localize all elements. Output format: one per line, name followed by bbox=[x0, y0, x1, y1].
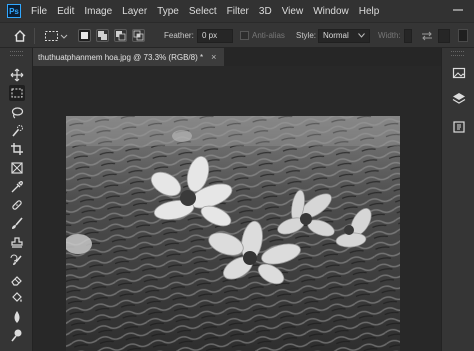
canvas-area[interactable] bbox=[33, 66, 441, 351]
history-panel-icon[interactable] bbox=[450, 118, 467, 135]
swap-width-height-icon[interactable] bbox=[421, 23, 433, 48]
width-label: Width: bbox=[378, 31, 401, 40]
eyedropper-tool-icon[interactable] bbox=[9, 179, 25, 195]
brush-tool-icon[interactable] bbox=[9, 216, 25, 232]
rectangular-marquee-tool-icon[interactable] bbox=[9, 85, 25, 101]
menu-layer[interactable]: Layer bbox=[122, 6, 147, 17]
history-brush-tool-icon[interactable] bbox=[9, 253, 25, 269]
feather-input[interactable]: 0 px bbox=[197, 28, 233, 43]
right-panel-dock bbox=[441, 48, 474, 351]
document-tab-title: thuthuatphanmem hoa.jpg @ 73.3% (RGB/8) … bbox=[38, 52, 204, 62]
style-select[interactable]: Normal bbox=[318, 28, 370, 43]
antialias-checkbox[interactable] bbox=[240, 31, 249, 40]
options-bar: Feather: 0 px Anti-alias Style: Normal W… bbox=[0, 22, 474, 48]
clone-stamp-tool-icon[interactable] bbox=[9, 235, 25, 251]
menu-filter[interactable]: Filter bbox=[227, 6, 249, 17]
dodge-tool-icon[interactable] bbox=[9, 327, 25, 343]
move-tool-icon[interactable] bbox=[9, 67, 25, 83]
document-tab[interactable]: thuthuatphanmem hoa.jpg @ 73.3% (RGB/8) … bbox=[33, 48, 225, 66]
layers-panel-icon[interactable] bbox=[450, 90, 467, 107]
tools-panel bbox=[0, 48, 33, 351]
minimize-icon[interactable] bbox=[452, 4, 464, 16]
tool-preset-picker[interactable] bbox=[44, 23, 68, 48]
subtract-from-selection-button[interactable] bbox=[114, 29, 127, 42]
chevron-down-icon bbox=[358, 33, 365, 38]
menu-window[interactable]: Window bbox=[313, 6, 349, 17]
menu-image[interactable]: Image bbox=[84, 6, 112, 17]
eraser-tool-icon[interactable] bbox=[9, 272, 25, 288]
document-tab-bar: thuthuatphanmem hoa.jpg @ 73.3% (RGB/8) … bbox=[33, 48, 441, 66]
document-image[interactable] bbox=[66, 116, 400, 351]
menu-bar: Ps File Edit Image Layer Type Select Fil… bbox=[0, 0, 474, 22]
feather-label: Feather: bbox=[164, 31, 194, 40]
photoshop-logo: Ps bbox=[7, 4, 21, 18]
menu-view[interactable]: View bbox=[282, 6, 304, 17]
add-to-selection-button[interactable] bbox=[96, 29, 109, 42]
crop-tool-icon[interactable] bbox=[9, 141, 25, 157]
close-icon[interactable]: × bbox=[211, 52, 216, 62]
panel-grip[interactable] bbox=[451, 51, 464, 56]
menu-select[interactable]: Select bbox=[189, 6, 217, 17]
panel-grip[interactable] bbox=[10, 51, 23, 56]
spot-healing-brush-tool-icon[interactable] bbox=[9, 197, 25, 213]
antialias-label: Anti-alias bbox=[252, 31, 285, 40]
style-select-value: Normal bbox=[323, 31, 349, 40]
style-label: Style: bbox=[296, 31, 317, 40]
quick-selection-tool-icon[interactable] bbox=[9, 123, 25, 139]
marquee-preset-icon bbox=[45, 30, 68, 41]
home-icon[interactable] bbox=[13, 23, 27, 48]
menu-3d[interactable]: 3D bbox=[259, 6, 272, 17]
height-input[interactable] bbox=[438, 28, 450, 43]
frame-tool-icon[interactable] bbox=[9, 160, 25, 176]
flower-photo bbox=[66, 116, 400, 351]
menu-file[interactable]: File bbox=[31, 6, 47, 17]
width-input[interactable] bbox=[404, 28, 412, 43]
paint-bucket-tool-icon[interactable] bbox=[9, 290, 25, 306]
intersect-selection-button[interactable] bbox=[132, 29, 145, 42]
menu-edit[interactable]: Edit bbox=[57, 6, 74, 17]
new-selection-button[interactable] bbox=[78, 29, 91, 42]
blur-tool-icon[interactable] bbox=[9, 309, 25, 325]
image-panel-icon[interactable] bbox=[450, 64, 467, 81]
select-and-mask-button[interactable] bbox=[458, 29, 468, 42]
lasso-tool-icon[interactable] bbox=[9, 105, 25, 121]
menu-help[interactable]: Help bbox=[359, 6, 380, 17]
menu-type[interactable]: Type bbox=[157, 6, 179, 17]
